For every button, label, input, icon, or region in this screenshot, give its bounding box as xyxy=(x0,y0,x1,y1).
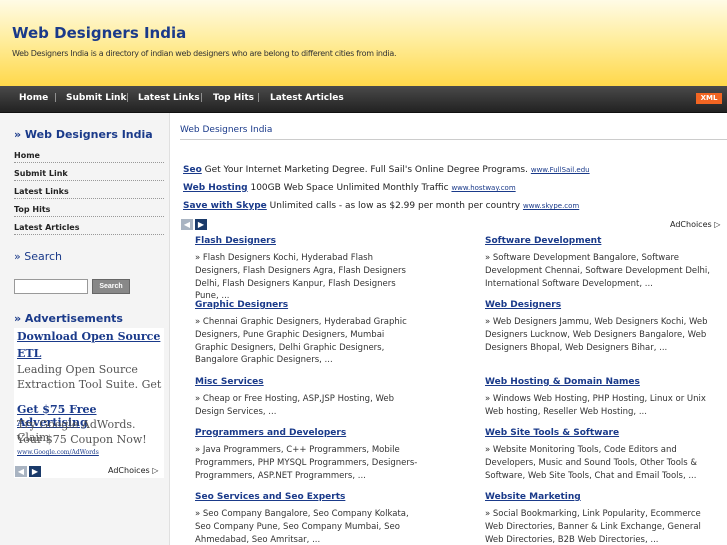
sidebar-ad-title[interactable]: Download Open Source xyxy=(17,330,160,343)
nav-separator: | xyxy=(126,93,130,103)
category-title[interactable]: Flash Designers xyxy=(195,236,276,246)
category-title[interactable]: Misc Services xyxy=(195,377,264,387)
text-ad: Seo Get Your Internet Marketing Degree. … xyxy=(183,165,590,175)
sidebar-adchoices[interactable]: AdChoices ▷ xyxy=(108,466,158,475)
category-desc: » Java Programmers, C++ Programmers, Mob… xyxy=(195,445,418,481)
text-ad-title[interactable]: Web Hosting xyxy=(183,183,248,193)
category-desc: » Windows Web Hosting, PHP Hosting, Linu… xyxy=(485,394,706,417)
text-ad-text: Unlimited calls - as low as $2.99 per mo… xyxy=(269,201,521,211)
search-button[interactable]: Search xyxy=(92,279,130,294)
text-ad-title[interactable]: Seo xyxy=(183,165,202,175)
text-ad-url[interactable]: www.FullSail.edu xyxy=(531,166,590,174)
nav-separator: | xyxy=(200,93,204,103)
search-heading: » Search xyxy=(14,250,63,263)
breadcrumb[interactable]: Web Designers India xyxy=(180,125,272,135)
category-desc: » Flash Designers Kochi, Hyderabad Flash… xyxy=(195,253,406,302)
nav-submit-link[interactable]: Submit Link xyxy=(66,86,126,110)
main-adchoices[interactable]: AdChoices ▷ xyxy=(670,220,720,229)
search-input[interactable] xyxy=(14,279,88,294)
xml-feed-badge[interactable]: XML xyxy=(696,93,722,104)
site-description: Web Designers India is a directory of in… xyxy=(12,49,397,58)
sidebar-ad-text: Your $75 Coupon Now! xyxy=(17,433,147,446)
nav-top-hits[interactable]: Top Hits xyxy=(213,86,254,110)
ad-prev-icon[interactable]: ◀ xyxy=(181,219,193,230)
advertisements-heading: » Advertisements xyxy=(14,312,123,325)
text-ad-url[interactable]: www.skype.com xyxy=(523,202,579,210)
sidebar-ad-prev-icon[interactable]: ◀ xyxy=(15,466,27,477)
category-desc: » Software Development Bangalore, Softwa… xyxy=(485,253,710,289)
breadcrumb-divider xyxy=(180,139,727,140)
category-title[interactable]: Web Site Tools & Software xyxy=(485,428,619,438)
nav-separator: | xyxy=(257,93,261,103)
category-desc: » Website Monitoring Tools, Code Editors… xyxy=(485,445,698,481)
category-title[interactable]: Programmers and Developers xyxy=(195,428,346,438)
sidebar-link-home[interactable]: Home xyxy=(14,151,164,163)
category-title[interactable]: Seo Services and Seo Experts xyxy=(195,492,345,502)
nav-latest-links[interactable]: Latest Links xyxy=(138,86,200,110)
sidebar-heading: » Web Designers India xyxy=(14,128,153,141)
category-desc: » Chennai Graphic Designers, Hyderabad G… xyxy=(195,317,407,366)
sidebar-link-top-hits[interactable]: Top Hits xyxy=(14,205,164,217)
text-ad-text: Get Your Internet Marketing Degree. Full… xyxy=(204,165,528,175)
nav-latest-articles[interactable]: Latest Articles xyxy=(270,86,344,110)
sidebar-ad-text: Extraction Tool Suite. Get xyxy=(17,378,162,391)
sidebar-ad-next-icon[interactable]: ▶ xyxy=(29,466,41,477)
sidebar-link-latest-articles[interactable]: Latest Articles xyxy=(14,223,164,235)
top-navigation: Home | Submit Link | Latest Links | Top … xyxy=(0,86,727,113)
sidebar-ad-text: Leading Open Source xyxy=(17,363,138,376)
category-title[interactable]: Web Designers xyxy=(485,300,561,310)
category-desc: » Social Bookmarking, Link Popularity, E… xyxy=(485,509,701,545)
sidebar-ad-title[interactable]: ETL xyxy=(17,347,41,360)
sidebar-link-latest-links[interactable]: Latest Links xyxy=(14,187,164,199)
ad-next-icon[interactable]: ▶ xyxy=(195,219,207,230)
text-ad: Web Hosting 100GB Web Space Unlimited Mo… xyxy=(183,183,516,193)
category-title[interactable]: Software Development xyxy=(485,236,601,246)
sidebar-ad-url[interactable]: www.Google.com/AdWords xyxy=(17,449,99,456)
site-header: Web Designers India Web Designers India … xyxy=(0,0,727,86)
sidebar-ad-box: Download Open Source ETL Leading Open So… xyxy=(14,328,164,478)
nav-home[interactable]: Home xyxy=(19,86,48,110)
category-desc: » Cheap or Free Hosting, ASP,JSP Hosting… xyxy=(195,394,394,417)
category-title[interactable]: Web Hosting & Domain Names xyxy=(485,377,640,387)
text-ad-text: 100GB Web Space Unlimited Monthly Traffi… xyxy=(250,183,449,193)
category-desc: » Seo Company Bangalore, Seo Company Kol… xyxy=(195,509,409,545)
nav-separator: | xyxy=(54,93,58,103)
text-ad: Save with Skype Unlimited calls - as low… xyxy=(183,201,579,211)
text-ad-title[interactable]: Save with Skype xyxy=(183,201,267,211)
category-desc: » Web Designers Jammu, Web Designers Koc… xyxy=(485,317,708,353)
sidebar-link-submit-link[interactable]: Submit Link xyxy=(14,169,164,181)
site-title[interactable]: Web Designers India xyxy=(12,24,186,42)
text-ad-url[interactable]: www.hostway.com xyxy=(451,184,515,192)
category-title[interactable]: Graphic Designers xyxy=(195,300,288,310)
category-title[interactable]: Website Marketing xyxy=(485,492,581,502)
